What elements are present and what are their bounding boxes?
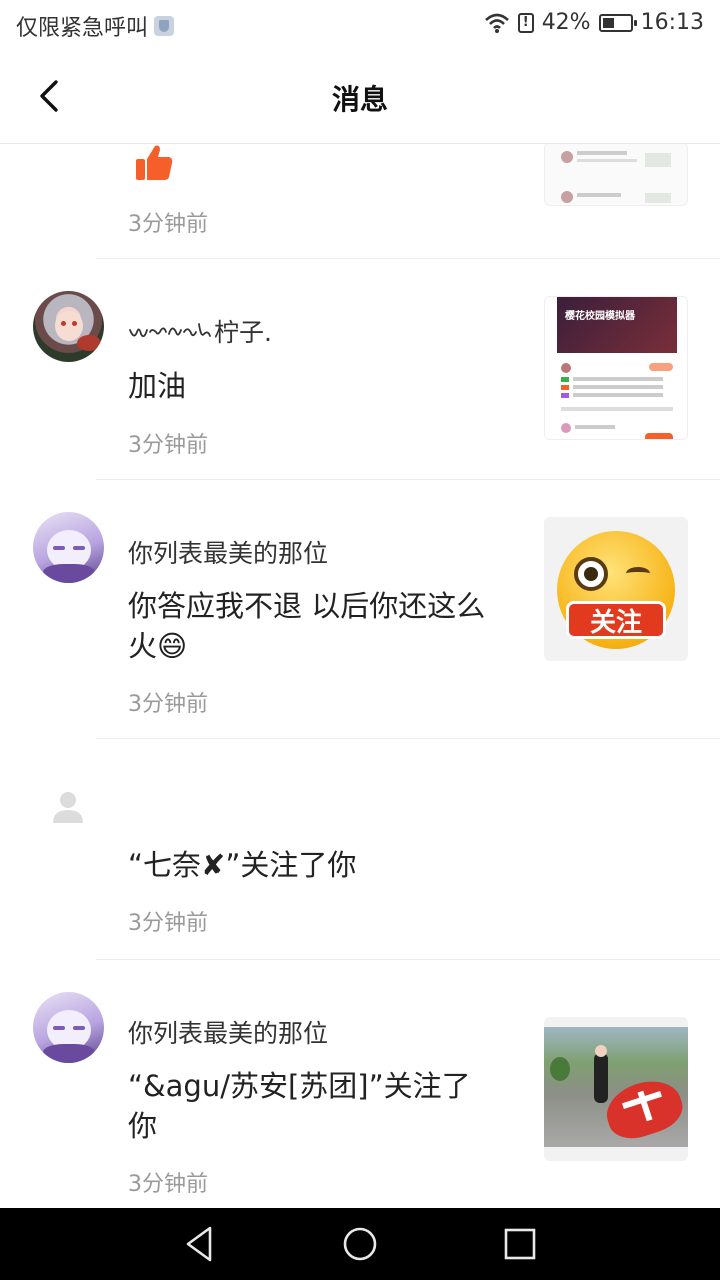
battery-icon <box>598 13 637 32</box>
list-item[interactable]: 柠子. 加油 3分钟前 樱花校园模拟器 <box>0 259 720 479</box>
timestamp: 3分钟前 <box>128 1172 208 1197</box>
timestamp: 3分钟前 <box>128 911 208 936</box>
sender-name[interactable]: 你列表最美的那位 <box>128 1014 328 1050</box>
system-navigation-bar <box>0 1208 720 1280</box>
thumbs-up-icon <box>136 145 173 180</box>
home-circle-icon[interactable] <box>338 1222 382 1266</box>
status-left: 仅限紧急呼叫 <box>16 10 175 42</box>
avatar[interactable] <box>33 291 104 362</box>
status-right: ! 42% 16:13 <box>484 10 704 35</box>
battery-warning-icon: ! <box>517 12 534 33</box>
list-item[interactable]: 3分钟前 <box>0 144 720 258</box>
sticker-label: 关注 <box>566 601 666 639</box>
post-thumbnail[interactable] <box>544 144 688 206</box>
sim-card-icon <box>154 16 175 36</box>
message-text: 你答应我不退 以后你还这么火😄 <box>128 589 486 663</box>
post-thumbnail[interactable]: 樱花校园模拟器 <box>544 296 688 440</box>
message-text: 加油 <box>128 369 187 403</box>
list-item[interactable]: 你列表最美的那位 “&agu/苏安[苏团]”关注了你 3分钟前 <box>0 960 720 1208</box>
top-bar: 消息 <box>0 50 720 144</box>
thumb-title: 樱花校园模拟器 <box>565 311 635 322</box>
battery-percent: 42% <box>541 10 591 35</box>
sender-name-suffix: 柠子. <box>214 318 272 347</box>
timestamp: 3分钟前 <box>128 212 208 237</box>
post-thumbnail[interactable] <box>544 1017 688 1161</box>
sender-name[interactable]: 你列表最美的那位 <box>128 534 328 570</box>
clock: 16:13 <box>640 10 704 35</box>
avatar[interactable] <box>33 992 104 1063</box>
message-text: “&agu/苏安[苏团]”关注了你 <box>128 1069 471 1143</box>
list-item[interactable]: “七奈✘”关注了你 3分钟前 <box>0 739 720 959</box>
status-bar: 仅限紧急呼叫 ! 42% 16:13 <box>0 0 720 50</box>
avatar[interactable] <box>33 512 104 583</box>
sender-name[interactable]: 柠子. <box>128 313 272 349</box>
timestamp: 3分钟前 <box>128 692 208 717</box>
message-list[interactable]: 3分钟前 柠子. 加油 3分钟前 樱花校园模拟器 你列表最美的那位 你答应我不退… <box>0 144 720 1208</box>
wifi-icon <box>484 13 509 33</box>
list-item[interactable]: 你列表最美的那位 你答应我不退 以后你还这么火😄 3分钟前 关注 <box>0 480 720 738</box>
back-triangle-icon[interactable] <box>178 1222 222 1266</box>
signature-name-image <box>129 323 211 338</box>
sticker-thumbnail[interactable]: 关注 <box>544 517 688 661</box>
carrier-text: 仅限紧急呼叫 <box>16 16 149 41</box>
default-user-icon[interactable] <box>50 789 86 825</box>
message-text: “七奈✘”关注了你 <box>128 848 357 882</box>
recents-square-icon[interactable] <box>498 1222 542 1266</box>
page-title: 消息 <box>331 83 388 116</box>
timestamp: 3分钟前 <box>128 433 208 458</box>
